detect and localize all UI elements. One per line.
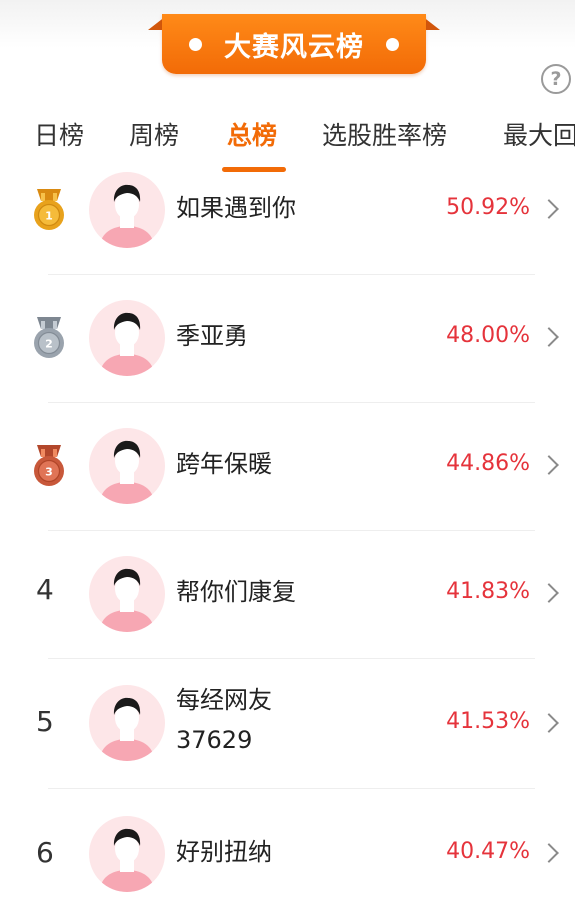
- user-name: 每经网友: [176, 686, 272, 714]
- avatar[interactable]: [89, 428, 165, 504]
- medal-rank-number: 3: [45, 466, 53, 479]
- banner-dot-right-icon: [386, 37, 399, 51]
- default-avatar-icon: [99, 568, 155, 632]
- rank-number: 5: [36, 705, 54, 738]
- rank-number: 4: [36, 573, 54, 606]
- avatar[interactable]: [89, 300, 165, 376]
- return-rate: 48.00%: [446, 323, 530, 348]
- return-rate: 50.92%: [446, 195, 530, 220]
- chevron-right-icon[interactable]: [539, 199, 559, 219]
- ranking-row[interactable]: 3 跨年保暖 44.86%: [0, 401, 575, 531]
- return-rate: 44.86%: [446, 451, 530, 476]
- user-name: 如果遇到你: [176, 194, 296, 222]
- chevron-right-icon[interactable]: [539, 713, 559, 733]
- medal-rank-number: 1: [45, 210, 53, 223]
- user-name-line2: 37629: [176, 726, 253, 754]
- ranking-row[interactable]: 5 每经网友 37629 41.53%: [0, 657, 575, 789]
- default-avatar-icon: [99, 312, 155, 376]
- avatar[interactable]: [89, 556, 165, 632]
- bronze-medal-icon: 3: [34, 445, 64, 486]
- rank-number: 6: [36, 836, 54, 869]
- leaderboard-banner: 大赛风云榜: [148, 12, 440, 76]
- chevron-right-icon[interactable]: [539, 843, 559, 863]
- banner-body: 大赛风云榜: [162, 14, 426, 74]
- avatar[interactable]: [89, 172, 165, 248]
- ranking-row[interactable]: 2 季亚勇 48.00%: [0, 273, 575, 403]
- chevron-right-icon[interactable]: [539, 583, 559, 603]
- user-name: 好别扭纳: [176, 838, 272, 866]
- banner-dot-left-icon: [189, 37, 202, 51]
- ranking-row[interactable]: 1 如果遇到你 50.92%: [0, 145, 575, 275]
- default-avatar-icon: [99, 184, 155, 248]
- user-name: 跨年保暖: [176, 450, 272, 478]
- ranking-row[interactable]: 4 帮你们康复 41.83%: [0, 529, 575, 659]
- default-avatar-icon: [99, 440, 155, 504]
- return-rate: 41.83%: [446, 579, 530, 604]
- return-rate: 41.53%: [446, 709, 530, 734]
- medal-rank-number: 2: [45, 338, 53, 351]
- avatar[interactable]: [89, 685, 165, 761]
- banner-title: 大赛风云榜: [224, 31, 364, 63]
- ranking-row[interactable]: 6 好别扭纳 40.47%: [0, 789, 575, 905]
- avatar[interactable]: [89, 816, 165, 892]
- chevron-right-icon[interactable]: [539, 327, 559, 347]
- help-icon[interactable]: ?: [541, 64, 571, 94]
- chevron-right-icon[interactable]: [539, 455, 559, 475]
- user-name: 季亚勇: [176, 322, 248, 350]
- default-avatar-icon: [99, 697, 155, 761]
- silver-medal-icon: 2: [34, 317, 64, 358]
- gold-medal-icon: 1: [34, 189, 64, 230]
- user-name: 帮你们康复: [176, 578, 296, 606]
- default-avatar-icon: [99, 828, 155, 892]
- return-rate: 40.47%: [446, 839, 530, 864]
